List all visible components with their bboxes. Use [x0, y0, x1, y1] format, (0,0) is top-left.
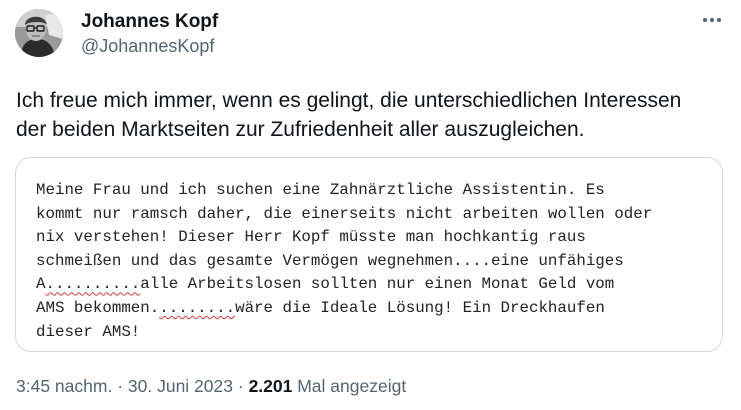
quoted-text-fragment: AMS bekommen. — [36, 298, 160, 317]
profile-photo — [15, 9, 63, 57]
tweet-text-line: der beiden Marktseiten zur Zufriedenheit… — [16, 118, 585, 141]
spellcheck-underline: ........ — [159, 298, 236, 317]
quoted-image-card[interactable]: Meine Frau und ich suchen eine Zahnärztl… — [15, 157, 723, 352]
quoted-text-line: Meine Frau und ich suchen eine Zahnärztl… — [36, 181, 605, 199]
spellcheck-underline: .......... — [45, 275, 141, 294]
quoted-text: Meine Frau und ich suchen eine Zahnärztl… — [36, 179, 716, 344]
quoted-text-line: schmeißen und das gesamte Vermögen wegne… — [36, 251, 624, 270]
views-label: Mal angezeigt — [297, 376, 407, 396]
views-count: 2.201 — [248, 376, 293, 396]
more-horizontal-icon — [703, 18, 721, 22]
quoted-text-line: AMS bekommen.........wäre die Ideale Lös… — [36, 297, 716, 321]
author-handle[interactable]: @JohannesKopf — [81, 36, 214, 57]
tweet-date[interactable]: 30. Juni 2023 — [128, 376, 233, 396]
tweet-text-line: Ich freue mich immer, wenn es gelingt, d… — [16, 89, 682, 112]
quoted-text-line: nix verstehen! Dieser Herr Kopf müsste m… — [36, 228, 586, 247]
quoted-text-line: A..........alle Arbeitslosen sollten nur… — [36, 273, 716, 297]
quoted-text-fragment: wäre die Ideale Lösung! Ein Dreckhaufen — [235, 298, 605, 317]
quoted-text-fragment: alle Arbeitslosen sollten nur einen Mona… — [140, 275, 615, 294]
tweet-meta: 3:45 nachm. · 30. Juni 2023 · 2.201 Mal … — [16, 376, 406, 397]
quoted-text-line: dieser AMS! — [36, 322, 141, 341]
meta-separator: · — [237, 376, 244, 396]
tweet-time[interactable]: 3:45 nachm. — [16, 376, 112, 396]
author-name[interactable]: Johannes Kopf — [81, 11, 218, 33]
more-button[interactable] — [700, 10, 724, 30]
avatar[interactable] — [15, 9, 63, 57]
quoted-text-line: kommt nur ramsch daher, die einerseits n… — [36, 204, 653, 223]
tweet-text: Ich freue mich immer, wenn es gelingt, d… — [16, 86, 728, 144]
meta-separator: · — [117, 376, 124, 396]
